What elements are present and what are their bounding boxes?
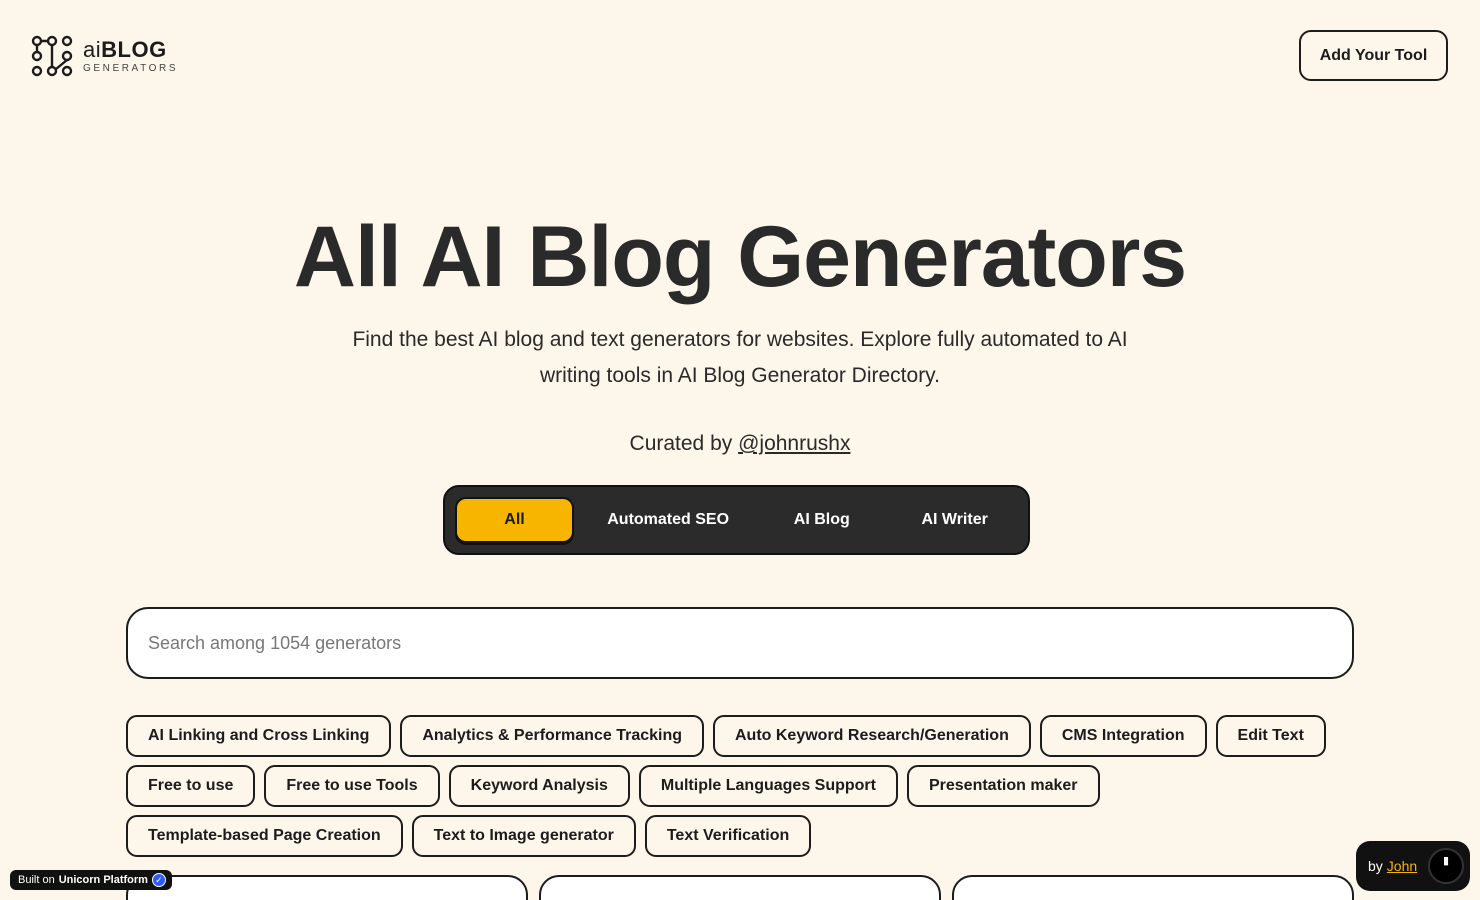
filter-chip[interactable]: Analytics & Performance Tracking bbox=[400, 715, 704, 757]
avatar: ▮ bbox=[1428, 848, 1464, 884]
add-your-tool-button[interactable]: Add Your Tool bbox=[1299, 30, 1448, 81]
shield-icon: ✓ bbox=[151, 873, 166, 887]
logo[interactable]: aiBLOG GENERATORS bbox=[31, 35, 178, 77]
filter-chip[interactable]: Multiple Languages Support bbox=[638, 765, 898, 807]
page-title: All AI Blog Generators bbox=[293, 209, 1187, 305]
tab-ai-blog[interactable]: AI Blog bbox=[762, 497, 881, 543]
built-on-badge[interactable]: Built on Unicorn Platform ✓ bbox=[10, 870, 172, 890]
filter-chip[interactable]: Template-based Page Creation bbox=[126, 815, 403, 857]
logo-wordmark: aiBLOG bbox=[83, 36, 167, 62]
by-author-badge[interactable]: by John ▮ bbox=[1356, 841, 1470, 891]
tool-card[interactable] bbox=[126, 875, 528, 900]
tool-card[interactable] bbox=[952, 875, 1354, 900]
filter-chip[interactable]: AI Linking and Cross Linking bbox=[126, 715, 392, 757]
tool-card[interactable] bbox=[539, 875, 941, 900]
tab-automated-seo[interactable]: Automated SEO bbox=[574, 497, 762, 543]
filter-chip[interactable]: CMS Integration bbox=[1039, 715, 1207, 757]
filter-chip[interactable]: Edit Text bbox=[1215, 715, 1326, 757]
curated-by: Curated by @johnrushx bbox=[629, 432, 851, 455]
filter-chip[interactable]: Text to Image generator bbox=[411, 815, 636, 857]
search-input[interactable] bbox=[126, 607, 1354, 679]
logo-nodes-icon bbox=[31, 35, 73, 77]
author-link[interactable]: John bbox=[1387, 858, 1417, 874]
logo-subtitle: GENERATORS bbox=[83, 62, 179, 74]
filter-chip[interactable]: Free to use Tools bbox=[264, 765, 440, 807]
tab-ai-writer[interactable]: AI Writer bbox=[881, 497, 1028, 543]
filter-chip[interactable]: Text Verification bbox=[644, 815, 812, 857]
filter-chip[interactable]: Keyword Analysis bbox=[448, 765, 630, 807]
filter-chip[interactable]: Free to use bbox=[126, 765, 256, 807]
curator-link[interactable]: @johnrushx bbox=[738, 432, 850, 455]
by-prefix: by bbox=[1368, 858, 1383, 874]
built-on-prefix: Built on bbox=[18, 874, 55, 886]
filter-chip[interactable]: Presentation maker bbox=[906, 765, 1100, 807]
filter-chip[interactable]: Auto Keyword Research/Generation bbox=[713, 715, 1031, 757]
page-subtitle: Find the best AI blog and text generator… bbox=[352, 328, 1128, 387]
built-on-platform-name: Unicorn Platform bbox=[58, 874, 148, 886]
category-tabs: All Automated SEO AI Blog AI Writer bbox=[443, 485, 1030, 555]
tab-all[interactable]: All bbox=[455, 497, 574, 543]
filter-chips: AI Linking and Cross Linking Analytics &… bbox=[126, 715, 1366, 857]
